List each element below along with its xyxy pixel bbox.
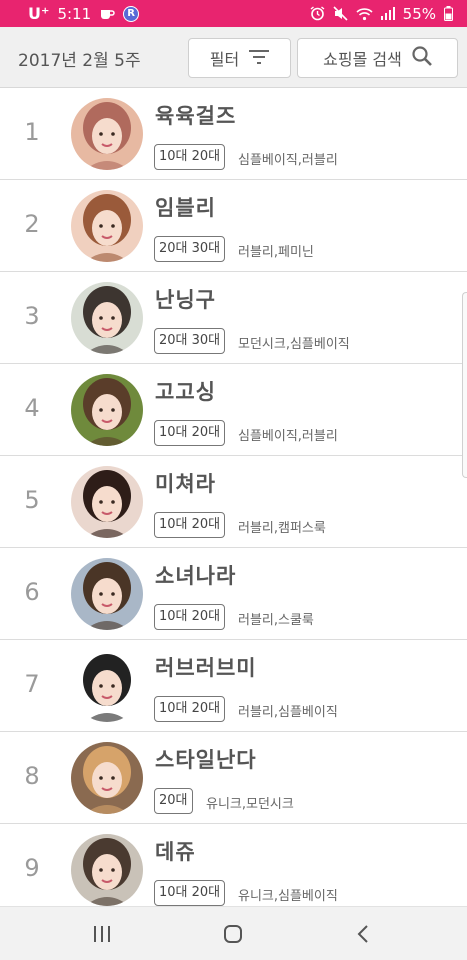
filter-button[interactable]: 필터 — [188, 38, 291, 78]
style-tag: 러블리,스쿨룩 — [238, 613, 314, 628]
style-tag: 모던시크,심플베이직 — [238, 337, 350, 352]
shop-row[interactable]: 9 데쥬 10대 20대 유니크,심플베이직 — [0, 824, 467, 916]
shop-row[interactable]: 7 러브러브미 10대 20대 러블리,심플베이직 — [0, 640, 467, 732]
shop-avatar[interactable] — [71, 282, 143, 354]
shop-name[interactable]: 러브러브미 — [155, 652, 257, 682]
battery-icon — [444, 6, 453, 21]
rank-number: 2 — [24, 210, 40, 238]
shop-search-button[interactable]: 쇼핑몰 검색 — [297, 38, 458, 78]
magnifier-icon — [412, 46, 432, 70]
alarm-icon — [310, 6, 325, 21]
shop-ranking-list: 1 육육걸즈 10대 20대 심플베이직,러블리 2 임블리 20대 30대 러… — [0, 88, 467, 916]
age-tag: 10대 20대 — [154, 604, 226, 630]
clock: 5:11 — [57, 4, 92, 23]
shop-row[interactable]: 1 육육걸즈 10대 20대 심플베이직,러블리 — [0, 88, 467, 180]
shop-row[interactable]: 8 스타일난다 20대 유니크,모던시크 — [0, 732, 467, 824]
shop-avatar[interactable] — [71, 374, 143, 446]
shop-row[interactable]: 6 소녀나라 10대 20대 러블리,스쿨룩 — [0, 548, 467, 640]
shop-row[interactable]: 5 미쳐라 10대 20대 러블리,캠퍼스룩 — [0, 456, 467, 548]
rank-number: 8 — [24, 762, 40, 790]
rank-number: 4 — [24, 394, 40, 422]
scroll-indicator[interactable] — [462, 292, 467, 478]
cup-icon — [99, 7, 115, 21]
shop-name[interactable]: 미쳐라 — [155, 468, 216, 498]
style-tag: 심플베이직,러블리 — [238, 153, 338, 168]
wifi-icon — [356, 7, 373, 21]
navigation-bar — [0, 906, 467, 960]
signal-icon — [380, 7, 395, 20]
home-icon[interactable] — [218, 919, 248, 949]
style-tag: 심플베이직,러블리 — [238, 429, 338, 444]
shop-name[interactable]: 육육걸즈 — [155, 100, 236, 130]
top-header: 2017년 2월 5주 필터 쇼핑몰 검색 — [0, 27, 467, 88]
shop-avatar[interactable] — [71, 650, 143, 722]
back-icon[interactable] — [348, 919, 378, 949]
week-label: 2017년 2월 5주 — [18, 51, 141, 71]
status-left: U⁺ 5:11 R — [28, 4, 140, 23]
shop-name[interactable]: 난닝구 — [155, 284, 216, 314]
rank-number: 9 — [24, 854, 40, 882]
search-label: 쇼핑몰 검색 — [323, 50, 402, 69]
age-tag: 10대 20대 — [154, 696, 226, 722]
status-bar: U⁺ 5:11 R 55% — [0, 0, 467, 27]
rank-number: 3 — [24, 302, 40, 330]
shop-avatar[interactable] — [71, 742, 143, 814]
age-tag: 10대 20대 — [154, 512, 226, 538]
age-tag: 20대 30대 — [154, 236, 226, 262]
shop-row[interactable]: 2 임블리 20대 30대 러블리,페미닌 — [0, 180, 467, 272]
shop-avatar[interactable] — [71, 98, 143, 170]
carrier-label: U⁺ — [28, 4, 50, 23]
shop-name[interactable]: 소녀나라 — [155, 560, 236, 590]
shop-name[interactable]: 데쥬 — [155, 836, 196, 866]
filter-label: 필터 — [209, 50, 240, 69]
rank-number: 6 — [24, 578, 40, 606]
age-tag: 20대 30대 — [154, 328, 226, 354]
shop-avatar[interactable] — [71, 466, 143, 538]
shop-row[interactable]: 3 난닝구 20대 30대 모던시크,심플베이직 — [0, 272, 467, 364]
rank-number: 7 — [24, 670, 40, 698]
rank-number: 1 — [24, 118, 40, 146]
recent-apps-icon[interactable] — [87, 919, 117, 949]
status-right: 55% — [310, 5, 453, 23]
age-tag: 20대 — [154, 788, 193, 814]
rank-number: 5 — [24, 486, 40, 514]
shop-avatar[interactable] — [71, 558, 143, 630]
age-tag: 10대 20대 — [154, 144, 226, 170]
style-tag: 러블리,캠퍼스룩 — [238, 521, 326, 536]
mute-icon — [333, 6, 348, 21]
filter-lines-icon — [249, 49, 270, 68]
age-tag: 10대 20대 — [154, 880, 226, 906]
shop-avatar[interactable] — [71, 834, 143, 906]
r-app-icon: R — [123, 5, 140, 22]
shop-name[interactable]: 임블리 — [155, 192, 216, 222]
shop-name[interactable]: 스타일난다 — [155, 744, 257, 774]
shop-row[interactable]: 4 고고싱 10대 20대 심플베이직,러블리 — [0, 364, 467, 456]
style-tag: 유니크,심플베이직 — [238, 889, 338, 904]
shop-avatar[interactable] — [71, 190, 143, 262]
battery-percent: 55% — [402, 4, 436, 23]
style-tag: 유니크,모던시크 — [206, 797, 294, 812]
age-tag: 10대 20대 — [154, 420, 226, 446]
shop-name[interactable]: 고고싱 — [155, 376, 216, 406]
style-tag: 러블리,페미닌 — [238, 245, 314, 260]
style-tag: 러블리,심플베이직 — [238, 705, 338, 720]
